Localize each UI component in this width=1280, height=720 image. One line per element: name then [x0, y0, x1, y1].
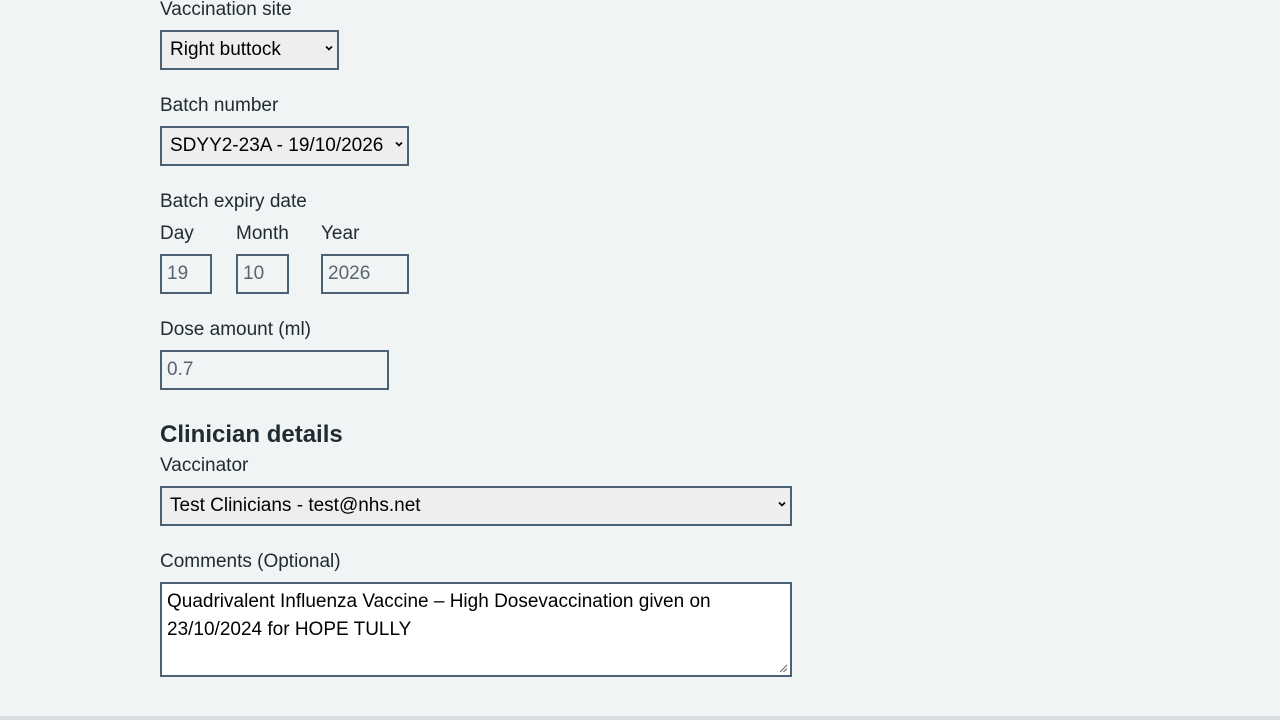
vaccinator-select[interactable]: Test Clinicians - test@nhs.net: [160, 486, 792, 526]
batch-number-value: SDYY2-23A - 19/10/2026: [170, 135, 384, 156]
expiry-month-input[interactable]: 10: [236, 254, 289, 294]
expiry-day-label: Day: [160, 223, 194, 244]
horizontal-scrollbar[interactable]: [0, 716, 1280, 720]
vaccination-site-select[interactable]: Right buttock: [160, 30, 339, 70]
comments-label: Comments (Optional): [160, 551, 341, 572]
dose-amount-input[interactable]: 0.7: [160, 350, 389, 390]
vaccinator-label: Vaccinator: [160, 455, 249, 476]
expiry-day-input[interactable]: 19: [160, 254, 212, 294]
resize-grip-icon[interactable]: [779, 664, 788, 673]
expiry-year-input[interactable]: 2026: [321, 254, 409, 294]
page: Vaccination site Right buttock Batch num…: [0, 0, 1280, 720]
batch-number-label: Batch number: [160, 95, 279, 116]
comments-textarea[interactable]: Quadrivalent Influenza Vaccine – High Do…: [160, 582, 792, 677]
batch-expiry-label: Batch expiry date: [160, 191, 307, 212]
expiry-year-label: Year: [321, 223, 360, 244]
clinician-details-heading: Clinician details: [160, 421, 343, 448]
vaccination-site-label: Vaccination site: [160, 0, 292, 20]
dose-amount-label: Dose amount (ml): [160, 319, 311, 340]
chevron-down-icon: [778, 501, 786, 507]
expiry-month-label: Month: [236, 223, 289, 244]
chevron-down-icon: [325, 45, 333, 51]
batch-number-select[interactable]: SDYY2-23A - 19/10/2026: [160, 126, 409, 166]
vaccination-site-value: Right buttock: [170, 39, 281, 60]
chevron-down-icon: [395, 141, 403, 147]
vaccinator-value: Test Clinicians - test@nhs.net: [170, 495, 421, 516]
comments-text: Quadrivalent Influenza Vaccine – High Do…: [167, 591, 711, 640]
